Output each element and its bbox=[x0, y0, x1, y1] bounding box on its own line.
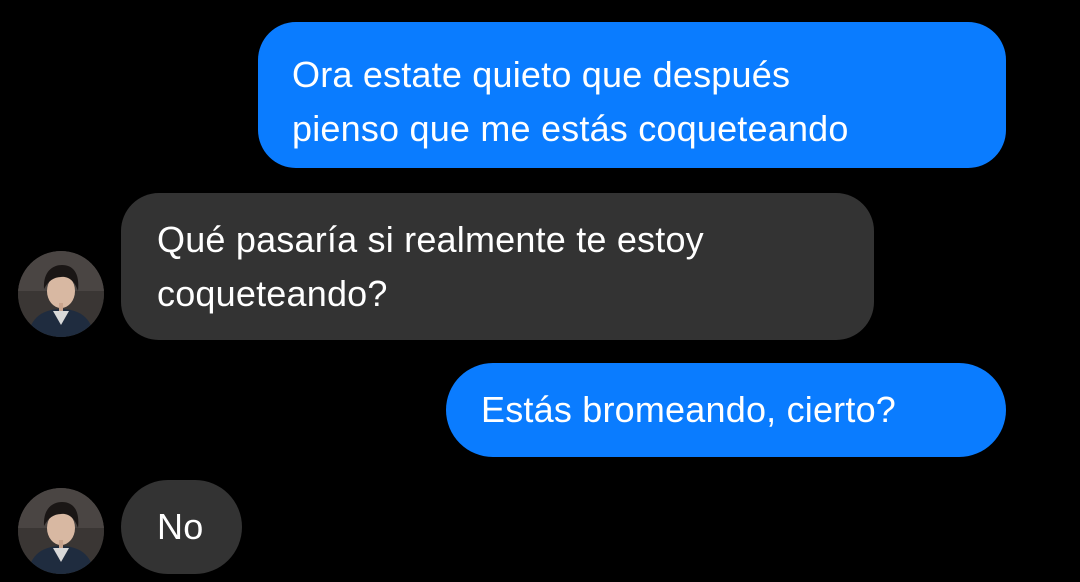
chat-thread: Ora estate quieto que después pienso que… bbox=[0, 0, 1080, 582]
message-outgoing[interactable]: Ora estate quieto que después pienso que… bbox=[258, 22, 1006, 168]
message-outgoing[interactable]: Estás bromeando, cierto? bbox=[446, 363, 1006, 457]
message-text-line: Ora estate quieto que después bbox=[292, 54, 791, 95]
message-text-line: Estás bromeando, cierto? bbox=[481, 389, 897, 430]
message-incoming[interactable]: No bbox=[121, 480, 242, 574]
message-text-line: coqueteando? bbox=[157, 273, 388, 314]
message-text-line: Qué pasaría si realmente te estoy bbox=[157, 219, 704, 260]
avatar-photo-icon bbox=[18, 488, 104, 574]
message-incoming[interactable]: Qué pasaría si realmente te estoy coquet… bbox=[121, 193, 874, 340]
contact-avatar[interactable] bbox=[18, 251, 104, 337]
contact-avatar[interactable] bbox=[18, 488, 104, 574]
message-text-line: pienso que me estás coqueteando bbox=[292, 108, 849, 149]
avatar-photo-icon bbox=[18, 251, 104, 337]
message-text-line: No bbox=[157, 506, 204, 547]
